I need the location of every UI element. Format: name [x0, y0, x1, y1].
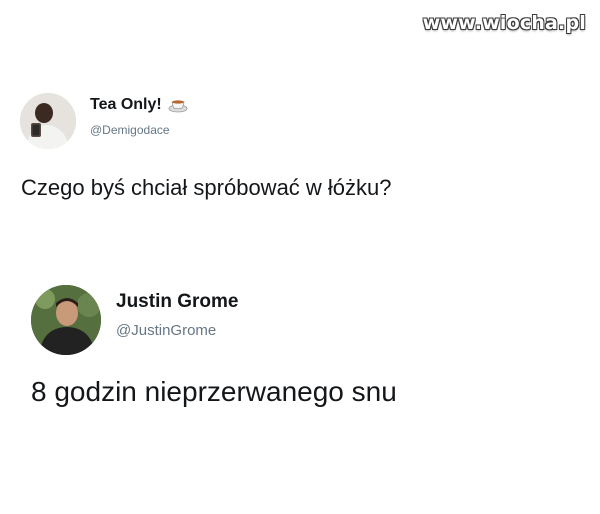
- name-row: Justin Grome: [116, 291, 238, 313]
- watermark: www.wiocha.pl: [422, 12, 586, 34]
- avatar[interactable]: [31, 285, 101, 355]
- avatar[interactable]: [20, 93, 76, 149]
- display-name[interactable]: Justin Grome: [116, 291, 238, 313]
- display-name[interactable]: Tea Only!: [90, 96, 162, 114]
- tweet-text: 8 godzin nieprzerwanego snu: [31, 376, 397, 407]
- teacup-icon: [168, 97, 188, 113]
- handle[interactable]: @JustinGrome: [116, 322, 216, 339]
- avatar-photo: [20, 93, 76, 149]
- handle[interactable]: @Demigodace: [90, 123, 170, 137]
- avatar-photo: [31, 285, 101, 355]
- tweet-text: Czego byś chciał spróbować w łóżku?: [21, 175, 392, 200]
- name-row: Tea Only!: [90, 96, 188, 114]
